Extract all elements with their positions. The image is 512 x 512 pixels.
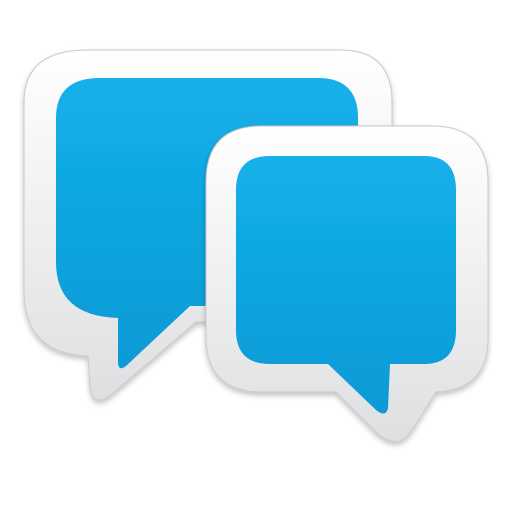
front-bubble <box>205 125 489 442</box>
chat-bubbles-icon <box>23 49 489 442</box>
app-icon <box>0 0 512 512</box>
